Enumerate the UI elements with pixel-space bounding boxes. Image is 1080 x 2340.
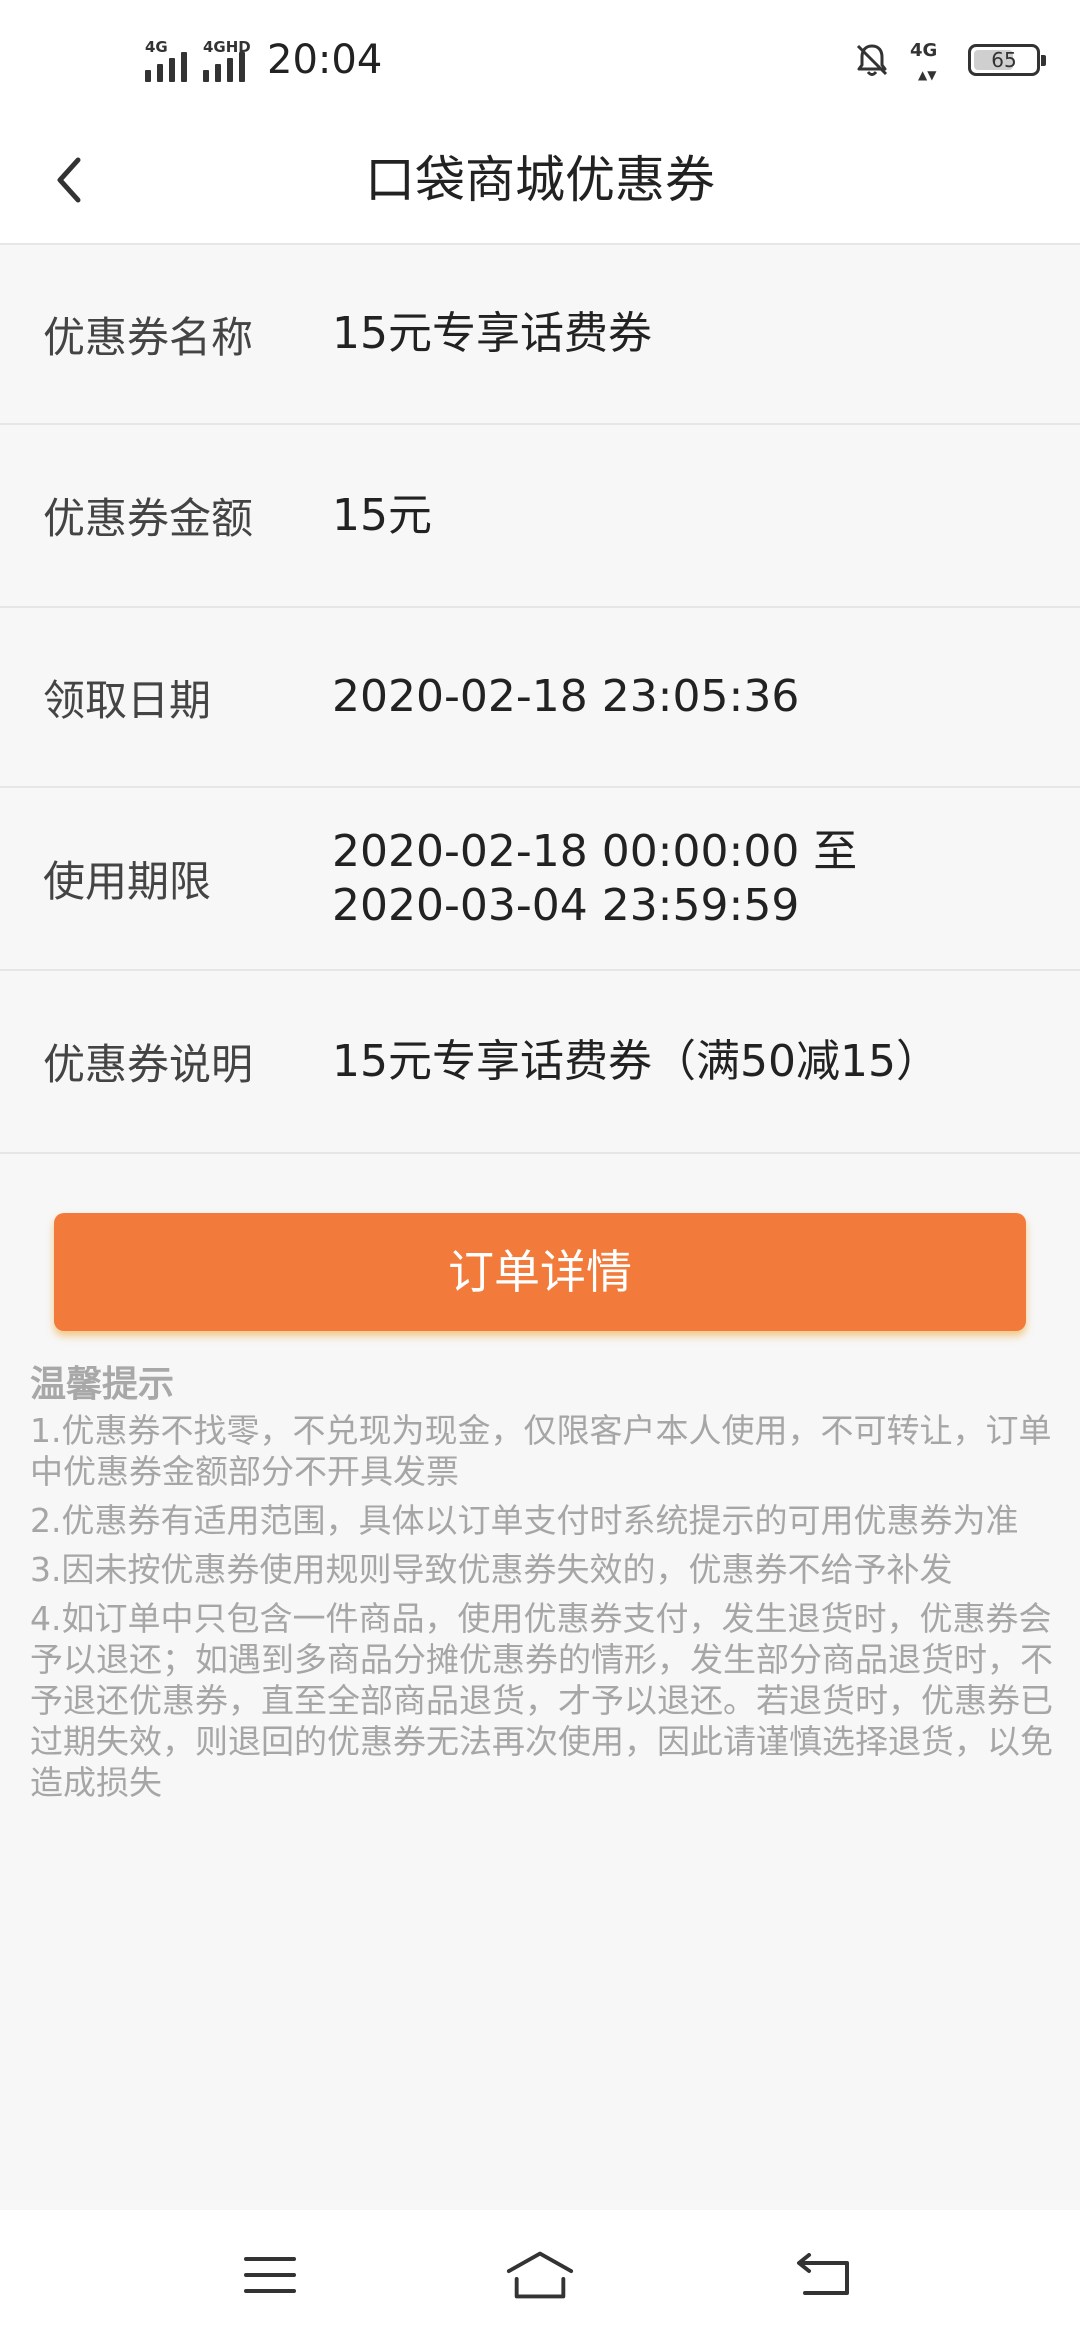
validity-end: 2020-03-04 23:59:59 <box>332 879 800 931</box>
sim1-label: 4G <box>145 38 168 56</box>
detail-label: 使用期限 <box>43 857 212 906</box>
tip-item: 3.因未按优惠券使用规则导致优惠券失效的，优惠券不给予补发 <box>30 1550 953 1589</box>
sim2-signal-icon: 4GHD <box>203 38 251 82</box>
detail-value: 15元专享话费券 <box>332 308 652 359</box>
detail-value: 15元 <box>332 489 432 541</box>
detail-row-description: 优惠券说明 15元专享话费券（满50减15） <box>0 971 1080 1154</box>
detail-row-claim-date: 领取日期 2020-02-18 23:05:36 <box>0 608 1080 788</box>
network-label: 4G <box>910 40 938 61</box>
home-button[interactable] <box>505 2245 575 2305</box>
detail-value: 2020-02-18 00:00:00 至 2020-03-04 23:59:5… <box>332 825 857 933</box>
tips-title: 温馨提示 <box>30 1364 175 1405</box>
app-root: 4G 4GHD 20:04 4G ▲▼ 65 口袋商城优惠券 优惠券名称 15元… <box>0 0 1080 2340</box>
tip-item: 1.优惠券不找零，不兑现为现金，仅限客户本人使用，不可转让，订单中优惠券金额部分… <box>30 1411 1052 1491</box>
status-time: 20:04 <box>267 37 383 83</box>
sim1-signal-icon: 4G <box>145 38 187 82</box>
detail-value: 15元专享话费券（满50减15） <box>332 1035 940 1087</box>
detail-row-amount: 优惠券金额 15元 <box>0 425 1080 608</box>
nav-bar: 口袋商城优惠券 <box>0 110 1080 245</box>
detail-label: 优惠券名称 <box>43 312 254 362</box>
detail-label: 领取日期 <box>43 675 212 725</box>
detail-label: 优惠券说明 <box>43 1040 254 1089</box>
detail-row-name: 优惠券名称 15元专享话费券 <box>0 245 1080 425</box>
sim2-label: 4GHD <box>203 38 251 56</box>
detail-value: 2020-02-18 23:05:36 <box>332 671 800 722</box>
tips-section: 温馨提示 1.优惠券不找零，不兑现为现金，仅限客户本人使用，不可转让，订单中优惠… <box>30 1360 1060 1803</box>
bell-off-icon <box>856 44 888 76</box>
detail-row-validity: 使用期限 2020-02-18 00:00:00 至 2020-03-04 23… <box>0 788 1080 971</box>
tip-item: 2.优惠券有适用范围，具体以订单支付时系统提示的可用优惠券为准 <box>30 1501 1019 1540</box>
network-4g-icon: 4G ▲▼ <box>910 40 938 82</box>
page-title: 口袋商城优惠券 <box>365 151 715 209</box>
detail-label: 优惠券金额 <box>43 494 254 543</box>
menu-icon <box>244 2257 296 2293</box>
return-icon <box>797 2253 849 2295</box>
return-button[interactable] <box>790 2245 860 2305</box>
battery-icon: 65 <box>968 44 1046 76</box>
home-icon <box>506 2251 574 2299</box>
menu-button[interactable] <box>235 2245 305 2305</box>
validity-start: 2020-02-18 00:00:00 至 <box>332 825 858 877</box>
coupon-details: 优惠券名称 15元专享话费券 优惠券金额 15元 领取日期 2020-02-18… <box>0 245 1080 1154</box>
battery-level: 65 <box>991 48 1017 72</box>
status-left: 4G 4GHD 20:04 <box>145 30 382 90</box>
status-bar: 4G 4GHD 20:04 4G ▲▼ 65 <box>0 0 1080 110</box>
system-nav-bar <box>0 2210 1080 2340</box>
order-details-button[interactable]: 订单详情 <box>54 1213 1026 1331</box>
status-right: 4G ▲▼ 65 <box>852 30 1046 90</box>
tip-item: 4.如订单中只包含一件商品，使用优惠券支付，发生退货时，优惠券会予以退还；如遇到… <box>30 1599 1053 1802</box>
